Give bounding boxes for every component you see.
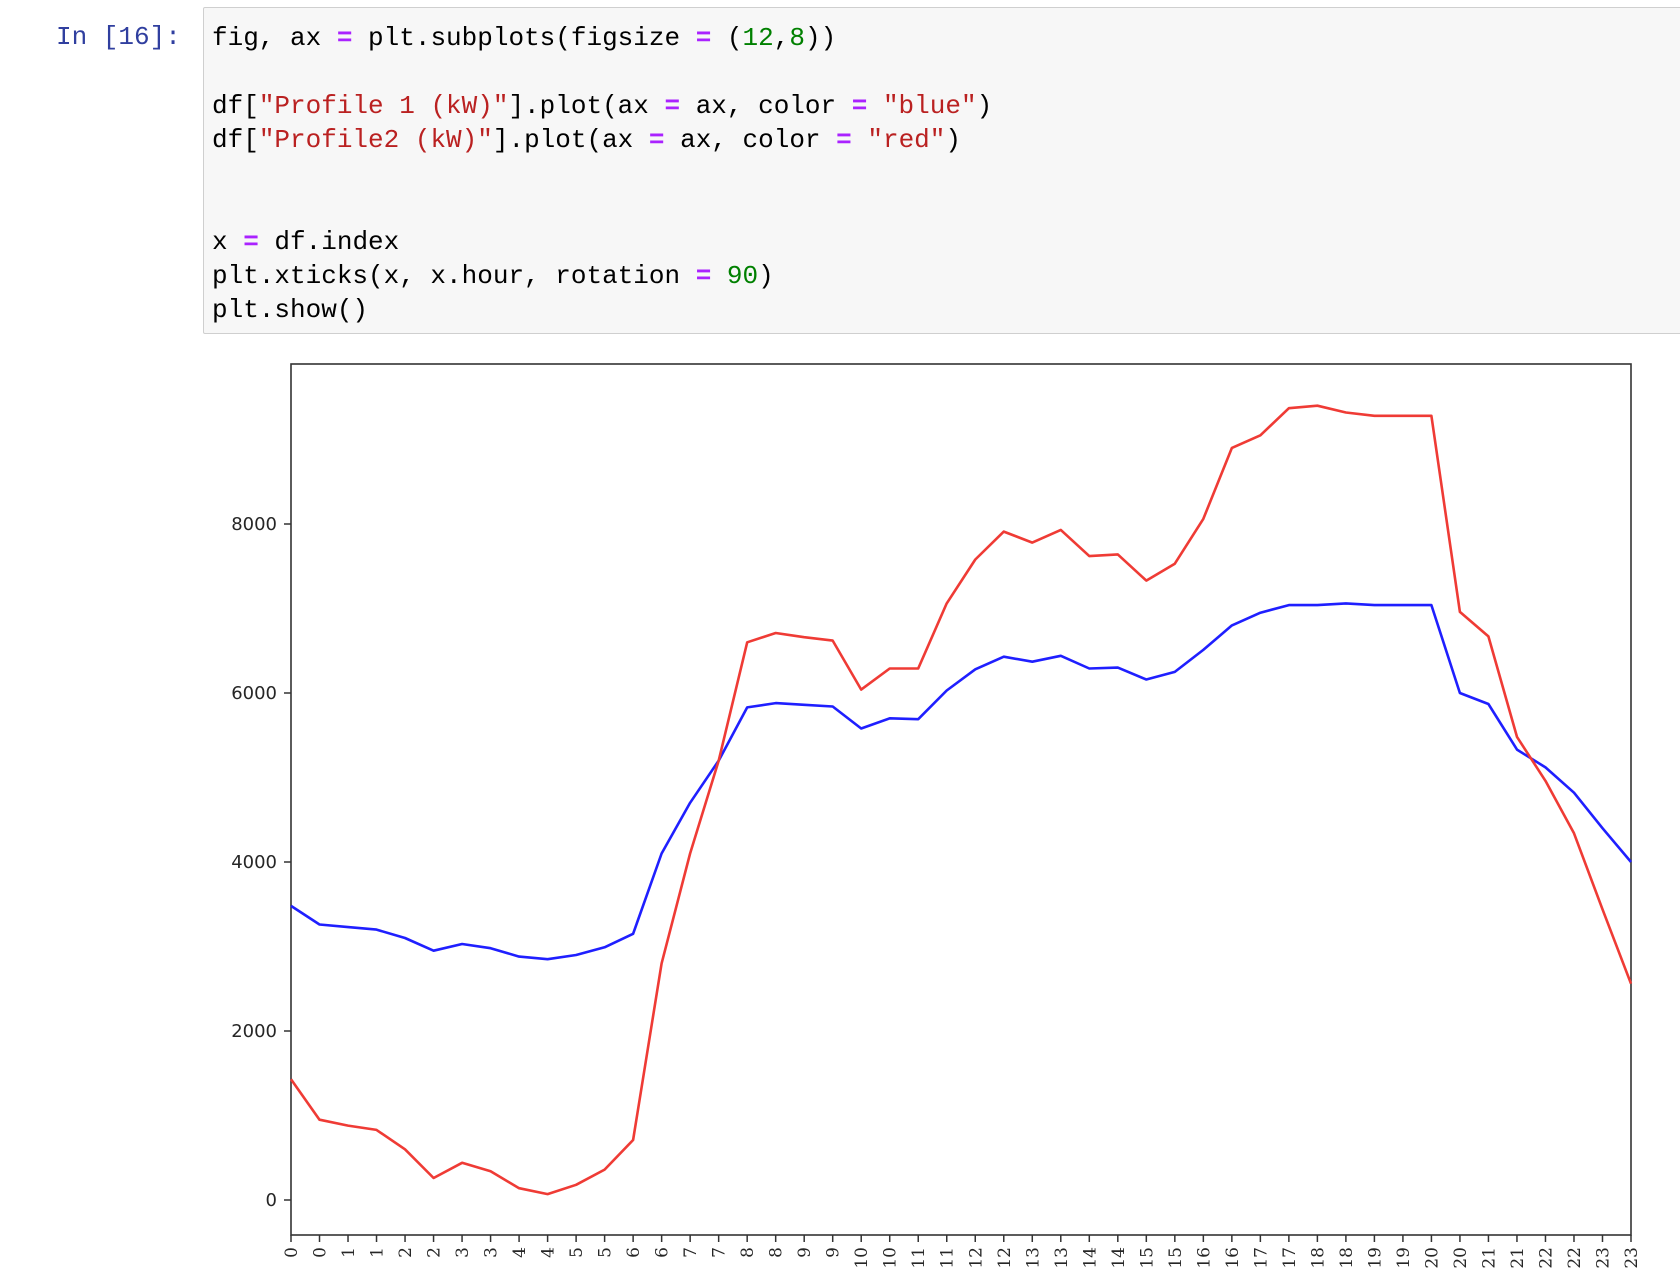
x-tick-label: 2 <box>425 1247 445 1258</box>
x-tick-label: 12 <box>966 1247 986 1269</box>
x-tick-label: 6 <box>653 1247 673 1258</box>
x-tick-label: 20 <box>1451 1247 1471 1269</box>
x-tick-label: 5 <box>596 1247 616 1258</box>
x-tick-label: 22 <box>1565 1247 1585 1269</box>
x-tick-label: 0 <box>282 1247 302 1258</box>
x-tick-label: 21 <box>1508 1247 1528 1269</box>
plot-area <box>290 363 1632 1236</box>
x-tick-label: 16 <box>1223 1247 1243 1269</box>
x-tick-label: 13 <box>1023 1247 1043 1269</box>
x-tick-label: 18 <box>1308 1247 1328 1269</box>
x-tick-label: 10 <box>852 1247 872 1269</box>
x-tick-label: 19 <box>1394 1247 1414 1269</box>
x-tick-label: 2 <box>396 1247 416 1258</box>
x-tick-label: 7 <box>710 1247 730 1258</box>
x-tick-label: 1 <box>339 1247 359 1258</box>
x-tick-label: 9 <box>824 1247 844 1258</box>
x-tick-label: 10 <box>881 1247 901 1269</box>
x-tick-label: 11 <box>938 1247 958 1269</box>
x-tick-label: 17 <box>1251 1247 1271 1269</box>
y-tick-label: 6000 <box>231 683 277 704</box>
x-tick-label: 3 <box>482 1247 502 1258</box>
x-tick-label: 9 <box>795 1247 815 1258</box>
x-tick-label: 3 <box>453 1247 473 1258</box>
x-tick-label: 8 <box>767 1247 787 1258</box>
line-chart: 02000400060008000 0 0 1 1 2 2 3 3 4 4 5 5 6 6 7 7 8 8 9 9 10… <box>231 363 1642 1269</box>
x-tick-label: 4 <box>539 1247 559 1258</box>
x-tick-label: 19 <box>1365 1247 1385 1269</box>
x-tick-label: 6 <box>624 1247 644 1258</box>
y-tick-label: 4000 <box>231 852 277 873</box>
x-tick-label: 23 <box>1593 1247 1613 1269</box>
x-tick-label: 14 <box>1080 1247 1100 1269</box>
x-tick-label: 17 <box>1280 1247 1300 1269</box>
x-tick-label: 15 <box>1166 1247 1186 1269</box>
x-tick-label: 23 <box>1622 1247 1642 1269</box>
x-tick-label: 11 <box>909 1247 929 1269</box>
x-tick-label: 0 <box>311 1247 331 1258</box>
x-tick-label: 14 <box>1109 1247 1129 1269</box>
x-tick-label: 8 <box>738 1247 758 1258</box>
x-tick-label: 18 <box>1337 1247 1357 1269</box>
x-tick-label: 16 <box>1194 1247 1214 1269</box>
x-tick-label: 1 <box>368 1247 388 1258</box>
y-tick-label: 0 <box>266 1190 277 1211</box>
x-tick-label: 5 <box>567 1247 587 1258</box>
x-tick-label: 4 <box>510 1247 530 1258</box>
y-tick-label: 8000 <box>231 514 277 535</box>
x-tick-label: 21 <box>1479 1247 1499 1269</box>
x-tick-label: 13 <box>1052 1247 1072 1269</box>
x-tick-label: 15 <box>1137 1247 1157 1269</box>
x-tick-label: 22 <box>1536 1247 1556 1269</box>
x-tick-label: 7 <box>681 1247 701 1258</box>
y-tick-label: 2000 <box>231 1021 277 1042</box>
x-tick-label: 12 <box>995 1247 1015 1269</box>
x-tick-label: 20 <box>1422 1247 1442 1269</box>
